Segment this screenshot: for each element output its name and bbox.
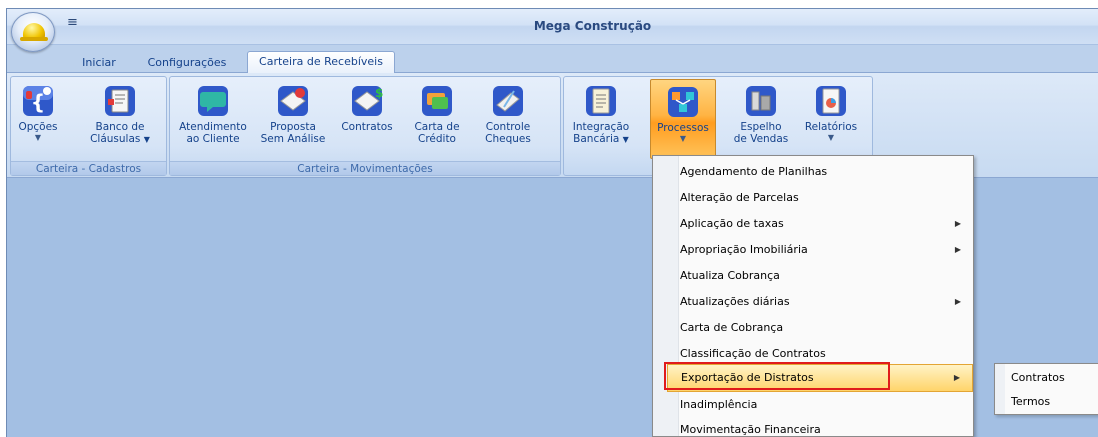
menu-item-inadimplencia[interactable]: Inadimplência <box>653 392 973 418</box>
menu-item-atualiza-cobranca[interactable]: Atualiza Cobrança <box>653 263 973 289</box>
submenu-arrow-icon: ▶ <box>954 297 961 306</box>
contracts-icon: $ <box>352 86 383 116</box>
menu-item-movimentacao-financeira[interactable]: Movimentação Financeira <box>653 417 973 437</box>
bank-integration-icon <box>586 86 616 116</box>
opcoes-label: Opções <box>18 121 58 133</box>
integracao-label-1: Integração <box>572 121 630 133</box>
credit-letter-icon <box>422 86 452 116</box>
processos-dropdown-menu: Agendamento de Planilhas Alteração de Pa… <box>652 155 974 437</box>
processes-icon <box>668 87 698 117</box>
processos-label: Processos <box>657 122 709 134</box>
atendimento-cliente-button[interactable]: Atendimento ao Cliente <box>176 79 250 159</box>
integracao-label-2: Bancária ▼ <box>573 133 629 145</box>
submenu-item-contratos[interactable]: Contratos <box>1011 367 1065 389</box>
submenu-arrow-icon: ▶ <box>954 245 961 254</box>
espelho-label-1: Espelho <box>740 121 782 133</box>
relatorios-label: Relatórios <box>804 121 858 133</box>
chevron-down-icon: ▼ <box>34 133 42 142</box>
sales-mirror-icon <box>746 86 776 116</box>
ribbon-tabs: Iniciar Configurações Carteira de Recebí… <box>7 45 1098 73</box>
opcoes-button[interactable]: { Opções ▼ <box>15 79 61 159</box>
exportacao-distratos-submenu: Contratos Termos <box>994 363 1098 415</box>
relatorios-button[interactable]: Relatórios ▼ <box>798 79 864 159</box>
options-icon: { <box>23 86 53 116</box>
controle-cheques-label-2: Cheques <box>485 133 531 145</box>
chat-icon <box>198 86 228 116</box>
checks-icon <box>493 86 523 116</box>
chevron-down-icon: ▼ <box>679 134 687 143</box>
helmet-brim <box>20 37 48 41</box>
tab-iniciar[interactable]: Iniciar <box>79 53 119 72</box>
controle-cheques-label-1: Controle <box>485 121 531 133</box>
contratos-label: Contratos <box>341 121 393 133</box>
integracao-bancaria-button[interactable]: Integração Bancária ▼ <box>568 79 634 159</box>
banco-clausulas-label-2: Cláusulas ▼ <box>90 133 150 145</box>
banco-clausulas-button[interactable]: Banco de Cláusulas ▼ <box>85 79 155 159</box>
submenu-item-termos[interactable]: Termos <box>1011 391 1050 413</box>
menu-item-carta-cobranca[interactable]: Carta de Cobrança <box>653 315 973 341</box>
clauses-icon <box>105 86 135 116</box>
submenu-arrow-icon: ▶ <box>953 373 960 382</box>
menu-item-exportacao-distratos[interactable]: Exportação de Distratos ▶ <box>667 364 973 392</box>
tab-carteira-recebiveis[interactable]: Carteira de Recebíveis <box>247 51 395 73</box>
carta-credito-button[interactable]: Carta de Crédito <box>406 79 468 159</box>
menu-item-agendamento-planilhas[interactable]: Agendamento de Planilhas <box>653 159 973 185</box>
espelho-vendas-button[interactable]: Espelho de Vendas <box>728 79 794 159</box>
svg-text:$: $ <box>375 86 383 100</box>
reports-icon <box>816 86 846 116</box>
chevron-down-icon: ▼ <box>827 133 835 142</box>
menu-item-aplicacao-taxas[interactable]: Aplicação de taxas ▶ <box>653 211 973 237</box>
carta-credito-label-1: Carta de <box>414 121 460 133</box>
controle-cheques-button[interactable]: Controle Cheques <box>476 79 540 159</box>
menu-item-apropriacao-imobiliaria[interactable]: Apropriação Imobiliária ▶ <box>653 237 973 263</box>
application-menu-button[interactable] <box>11 12 55 52</box>
carta-credito-label-2: Crédito <box>417 133 456 145</box>
banco-clausulas-label-1: Banco de <box>95 121 145 133</box>
atendimento-label-2: ao Cliente <box>186 133 240 145</box>
proposta-label-1: Proposta <box>270 121 316 133</box>
proposta-sem-analise-button[interactable]: Proposta Sem Análise <box>256 79 330 159</box>
atendimento-label-1: Atendimento <box>179 121 247 133</box>
menu-item-alteracao-parcelas[interactable]: Alteração de Parcelas <box>653 185 973 211</box>
proposal-icon <box>278 86 308 116</box>
processos-button[interactable]: Processos ▼ <box>650 79 716 159</box>
group-carteira-movimentacoes: Atendimento ao Cliente Proposta Sem Anál… <box>169 76 561 176</box>
menu-item-atualizacoes-diarias[interactable]: Atualizações diárias ▶ <box>653 289 973 315</box>
group-carteira-cadastros: { Opções ▼ Banco de Cláusulas ▼ Carteira… <box>10 76 167 176</box>
submenu-arrow-icon: ▶ <box>954 219 961 228</box>
group-label-movimentacoes: Carteira - Movimentações <box>170 161 560 175</box>
group-label-cadastros: Carteira - Cadastros <box>11 161 166 175</box>
window-title: Mega Construção <box>533 19 652 33</box>
svg-text:{: { <box>31 90 45 114</box>
contratos-button[interactable]: $ Contratos <box>336 79 398 159</box>
proposta-label-2: Sem Análise <box>260 133 326 145</box>
title-bar: ≡ Mega Construção <box>7 9 1098 45</box>
tab-configuracoes[interactable]: Configurações <box>141 53 233 72</box>
espelho-label-2: de Vendas <box>733 133 789 145</box>
